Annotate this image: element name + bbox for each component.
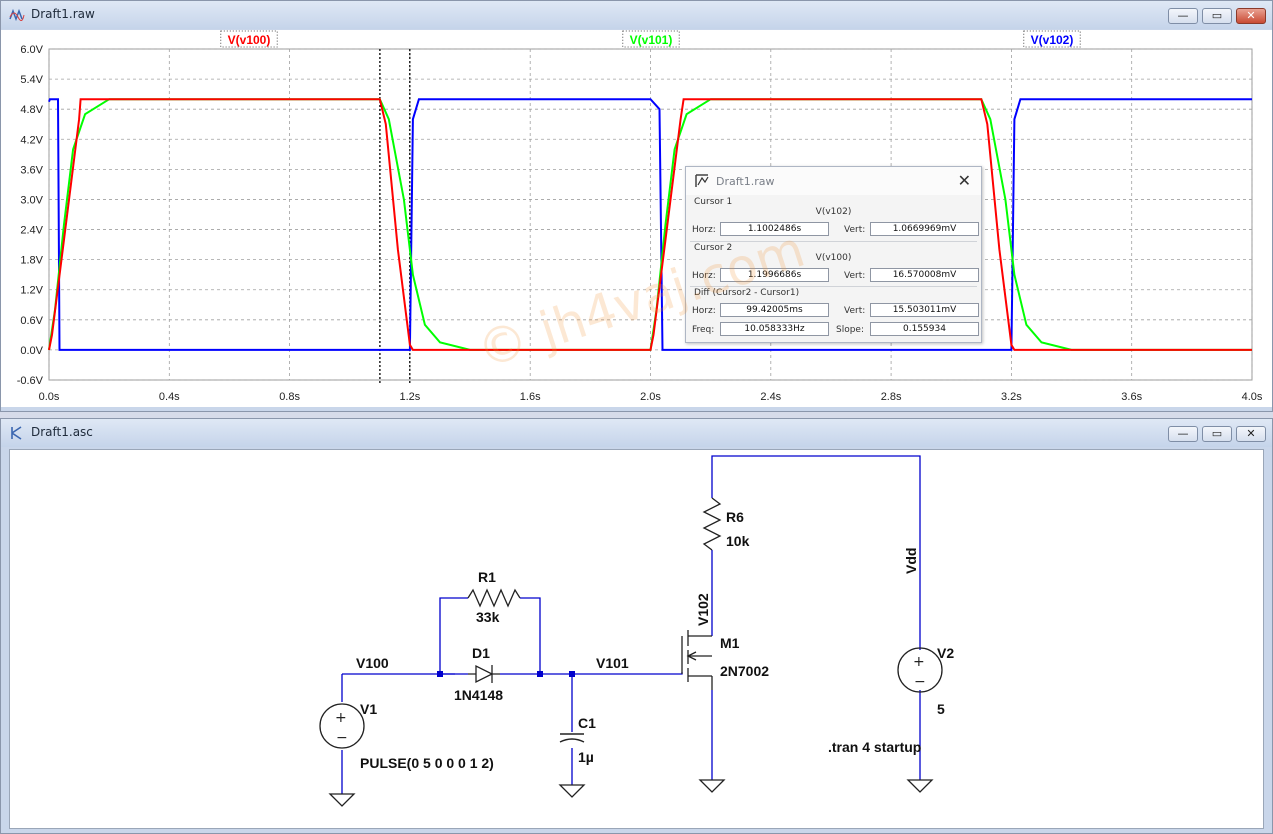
r6-resistor-symbol[interactable] <box>702 497 722 551</box>
y-tick-label: 1.8V <box>20 255 43 267</box>
freq-label: Freq: <box>692 325 715 335</box>
cursor1-vert-field[interactable]: 1.0669969mV <box>870 222 979 236</box>
x-tick-label: 1.6s <box>520 391 541 403</box>
minimize-icon: — <box>1177 427 1189 440</box>
x-tick-label: 2.8s <box>881 391 902 403</box>
c1-value: 1µ <box>578 749 594 765</box>
maximize-icon: ▭ <box>1211 427 1223 440</box>
d1-diode-symbol[interactable] <box>468 664 500 684</box>
r6-name: R6 <box>726 509 744 525</box>
x-tick-label: 1.2s <box>400 391 421 403</box>
svg-text:+: + <box>335 710 347 726</box>
cursor2-vert-field[interactable]: 16.570008mV <box>870 268 979 282</box>
slope-label: Slope: <box>836 325 865 335</box>
schematic-canvas[interactable]: + − + − V100 V101 V102 Vdd R1 33k D1 1N4… <box>10 450 1265 830</box>
x-tick-label: 2.0s <box>640 391 661 403</box>
v1-value: PULSE(0 5 0 0 0 1 2) <box>360 755 494 771</box>
y-tick-label: 1.2V <box>20 285 43 297</box>
legend-label[interactable]: V(v100) <box>228 33 271 47</box>
close-icon[interactable]: ✕ <box>958 171 971 190</box>
y-tick-label: 0.0V <box>20 345 43 357</box>
schematic-window-title: Draft1.asc <box>31 425 93 439</box>
diff-horz-field[interactable]: 99.42005ms <box>720 303 829 317</box>
svg-text:−: − <box>336 730 348 746</box>
cursor2-vert-label: Vert: <box>844 271 866 281</box>
y-tick-label: -0.6V <box>17 375 44 387</box>
plot-window: Draft1.raw — ▭ ✕ 6.0V 5.4V 4.8V 4.2V 3.6V 3.0… <box>0 0 1273 412</box>
y-tick-label: 4.2V <box>20 134 43 146</box>
waveform-icon <box>9 8 25 22</box>
c1-capacitor-symbol[interactable] <box>559 733 585 743</box>
r1-value: 33k <box>476 609 500 625</box>
schematic-icon <box>11 426 22 440</box>
y-tick-label: 0.6V <box>20 315 43 327</box>
cursor-dialog-titlebar[interactable]: Draft1.raw ✕ <box>686 167 981 195</box>
plot-window-titlebar[interactable]: Draft1.raw — ▭ ✕ <box>1 1 1272 29</box>
plot-pane[interactable]: 6.0V 5.4V 4.8V 4.2V 3.6V 3.0V 2.4V 1.8V 1.2V 0.6V… <box>1 30 1272 407</box>
spice-directive[interactable]: .tran 4 startup <box>828 739 921 755</box>
x-tick-label: 0.0s <box>39 391 60 403</box>
v2-source-symbol[interactable]: + − <box>897 647 943 693</box>
cursor1-label: Cursor 1 <box>694 197 733 207</box>
net-label-v102[interactable]: V102 <box>695 593 711 626</box>
y-tick-label: 2.4V <box>20 225 43 237</box>
waveform-plot[interactable]: 6.0V 5.4V 4.8V 4.2V 3.6V 3.0V 2.4V 1.8V 1.2V 0.6V… <box>1 30 1272 408</box>
v1-source-symbol[interactable]: + − <box>319 703 365 749</box>
r1-resistor-symbol[interactable] <box>467 588 521 608</box>
freq-field[interactable]: 10.058333Hz <box>720 322 829 336</box>
minimize-icon: — <box>1177 9 1189 22</box>
d1-name: D1 <box>472 645 490 661</box>
d1-value: 1N4148 <box>454 687 503 703</box>
v1-name: V1 <box>360 701 377 717</box>
m1-name: M1 <box>720 635 740 651</box>
cursor1-vert-label: Vert: <box>844 225 866 235</box>
schematic-window-titlebar[interactable]: Draft1.asc — ▭ ✕ <box>1 419 1272 447</box>
minimize-button[interactable]: — <box>1168 426 1198 442</box>
close-button[interactable]: ✕ <box>1236 8 1266 24</box>
y-tick-label: 4.8V <box>20 104 43 116</box>
cursor1-horz-label: Horz: <box>692 225 716 235</box>
plot-window-title: Draft1.raw <box>31 7 95 21</box>
maximize-button[interactable]: ▭ <box>1202 8 1232 24</box>
diff-vert-field[interactable]: 15.503011mV <box>870 303 979 317</box>
legend-label[interactable]: V(v102) <box>1031 33 1074 47</box>
diff-vert-label: Vert: <box>844 306 866 316</box>
close-icon: ✕ <box>1246 9 1256 22</box>
x-tick-label: 0.8s <box>279 391 300 403</box>
r1-name: R1 <box>478 569 496 585</box>
svg-text:−: − <box>914 674 926 690</box>
schematic-pane[interactable]: + − + − V100 V101 V102 Vdd R1 33k D1 1N4… <box>9 449 1264 829</box>
v2-name: V2 <box>937 645 954 661</box>
minimize-button[interactable]: — <box>1168 8 1198 24</box>
y-tick-label: 5.4V <box>20 74 43 86</box>
net-label-v101[interactable]: V101 <box>596 655 629 671</box>
r6-value: 10k <box>726 533 750 549</box>
close-icon: ✕ <box>1246 427 1256 440</box>
m1-value: 2N7002 <box>720 663 769 679</box>
m1-mosfet-symbol[interactable] <box>681 630 713 690</box>
net-label-v100[interactable]: V100 <box>356 655 389 671</box>
x-tick-label: 4.0s <box>1242 391 1263 403</box>
v2-value: 5 <box>937 701 945 717</box>
svg-text:+: + <box>913 654 925 670</box>
y-tick-label: 6.0V <box>20 44 43 56</box>
cursor-dialog-title: Draft1.raw <box>716 175 775 188</box>
c1-name: C1 <box>578 715 596 731</box>
y-tick-label: 3.0V <box>20 194 43 206</box>
schematic-window: Draft1.asc — ▭ ✕ + − + − V100 V101 V102 … <box>0 418 1273 834</box>
y-tick-label: 3.6V <box>20 164 43 176</box>
legend-label[interactable]: V(v101) <box>630 33 673 47</box>
close-button[interactable]: ✕ <box>1236 426 1266 442</box>
x-tick-label: 2.4s <box>760 391 781 403</box>
x-tick-label: 0.4s <box>159 391 180 403</box>
ground-symbols <box>328 779 934 807</box>
cursor-tool-icon <box>695 174 709 187</box>
x-tick-label: 3.2s <box>1001 391 1022 403</box>
slope-field[interactable]: 0.155934 <box>870 322 979 336</box>
cursor1-trace: V(v102) <box>815 207 852 217</box>
maximize-icon: ▭ <box>1211 9 1223 22</box>
x-tick-label: 3.6s <box>1121 391 1142 403</box>
net-label-vdd[interactable]: Vdd <box>903 548 919 574</box>
maximize-button[interactable]: ▭ <box>1202 426 1232 442</box>
